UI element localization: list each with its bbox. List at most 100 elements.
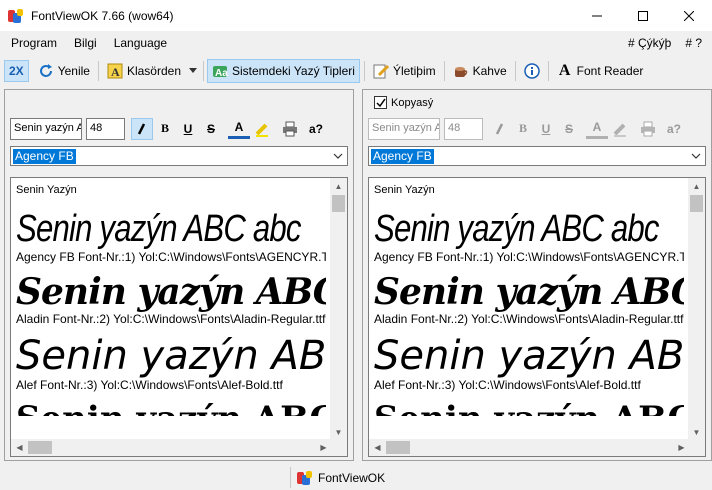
system-fonts-button[interactable]: Aa Sistemdeki Yazý Tipleri [207,59,360,83]
menu-exit[interactable]: # Çýkýþ [628,36,671,50]
strikethrough-button[interactable]: S [558,118,580,140]
menu-bar: Program Bilgi Language # Çýkýþ # ? [0,31,712,55]
font-select-value: Agency FB [371,148,434,164]
pencil-icon [373,63,389,79]
toolbar-separator [363,61,365,81]
bold-button[interactable]: B [154,118,176,140]
font-sample: Senin yazýn ABC abc [16,271,326,313]
close-icon [684,10,694,21]
vertical-scrollbar[interactable]: ▲ ▼ [330,178,347,441]
scroll-corner [330,439,347,456]
refresh-icon [38,63,54,79]
close-button[interactable] [666,0,712,31]
toolbar-separator [443,61,445,81]
strikethrough-button[interactable]: S [200,118,222,140]
font-sample: Senin yazýn ABC abc [16,208,301,250]
font-size-input[interactable]: 48 [86,117,125,140]
font-sample: Senin yazýn ABC [16,333,326,379]
font-select[interactable]: Agency FB [368,146,706,166]
info-button[interactable] [519,59,545,83]
contact-button[interactable]: Ýletiþim [368,59,441,83]
from-folder-button[interactable]: A Klasörden [102,59,186,83]
bold-button[interactable]: B [512,118,534,140]
from-folder-label: Klasörden [126,64,181,78]
toolbar: 2X Yenile A Klasörden Aa Sistemdeki Yazý… [0,57,712,85]
vertical-scrollbar[interactable]: ▲ ▼ [688,178,705,441]
from-folder-dropdown[interactable] [186,59,200,83]
italic-button[interactable] [131,117,153,140]
font-select[interactable]: Agency FB [10,146,348,166]
contact-label: Ýletiþim [392,64,436,78]
format-toolbar: Senin yazýn A 48 B U S A a? [368,117,685,140]
font-sample: Senin yazýn ABC abc [374,271,684,313]
underline-button[interactable]: U [177,118,199,140]
font-select-value: Agency FB [13,148,76,164]
horizontal-scrollbar[interactable]: ◀ ▶ [369,439,690,456]
minimize-icon [592,15,602,16]
font-caption: Alef Font-Nr.:3) Yol:C:\Windows\Fonts\Al… [374,378,641,392]
highlight-button[interactable] [609,118,631,140]
app-icon [297,470,313,486]
status-bar: FontViewOK [0,465,712,490]
printer-icon [641,121,655,136]
scroll-up-icon[interactable]: ▲ [688,178,705,195]
zoom-2x-button[interactable]: 2X [4,60,29,82]
chevron-down-icon [189,68,197,73]
print-button[interactable] [279,118,301,140]
font-preview[interactable]: Senin Yazýn Senin yazýn ABC abc Agency F… [10,177,348,457]
copy-label: Kopyasý [391,96,434,109]
text-color-button[interactable]: A [586,119,608,139]
font-caption: Agency FB Font-Nr.:1) Yol:C:\Windows\Fon… [16,250,326,264]
menu-bilgi[interactable]: Bilgi [68,36,103,50]
scroll-left-icon[interactable]: ◀ [11,439,28,456]
highlight-button[interactable] [251,118,273,140]
scroll-thumb[interactable] [690,195,703,212]
scroll-thumb[interactable] [332,195,345,212]
copy-toggle[interactable]: Kopyasý [374,96,433,109]
font-caption: Aladin Font-Nr.:2) Yol:C:\Windows\Fonts\… [374,312,684,326]
coffee-button[interactable]: Kahve [448,59,512,83]
toolbar-separator [514,61,516,81]
font-size-input[interactable]: 48 [444,117,483,140]
font-caption: Agency FB Font-Nr.:1) Yol:C:\Windows\Fon… [374,250,684,264]
toolbar-separator [203,61,204,81]
sample-text-input[interactable]: Senin yazýn A [368,117,440,140]
scroll-thumb[interactable] [28,441,52,454]
font-reader-label: Font Reader [576,64,644,78]
font-info-button[interactable]: a? [663,118,685,140]
text-color-button[interactable]: A [228,119,250,139]
font-sample: Senin yazýn ABC [16,402,326,416]
copy-checkbox[interactable] [374,96,387,109]
menu-program[interactable]: Program [5,36,63,50]
menu-language[interactable]: Language [108,36,173,50]
font-caption: Aladin Font-Nr.:2) Yol:C:\Windows\Fonts\… [16,312,326,326]
system-fonts-icon: Aa [212,63,228,79]
format-toolbar: Senin yazýn A 48 B U S A a? [10,117,327,140]
minimize-button[interactable] [574,0,620,31]
scroll-left-icon[interactable]: ◀ [369,439,386,456]
toolbar-separator [97,61,99,81]
maximize-button[interactable] [620,0,666,31]
horizontal-scrollbar[interactable]: ◀ ▶ [11,439,332,456]
highlighter-icon [613,123,626,137]
italic-button[interactable] [489,118,511,140]
preview-header: Senin Yazýn [374,184,435,196]
underline-button[interactable]: U [535,118,557,140]
svg-text:A: A [111,65,120,79]
menu-help[interactable]: # ? [685,36,702,50]
sample-text-input[interactable]: Senin yazýn A [10,117,82,140]
scroll-thumb[interactable] [386,441,410,454]
left-panel: Senin yazýn A 48 B U S A a? Agency FB Se… [4,89,354,461]
info-icon [523,63,540,79]
right-panel: Kopyasý Senin yazýn A 48 B U S A a? Agen… [362,89,712,461]
svg-text:Aa: Aa [215,68,228,79]
font-reader-button[interactable]: A Font Reader [552,59,649,83]
refresh-button[interactable]: Yenile [33,59,95,83]
scroll-up-icon[interactable]: ▲ [330,178,347,195]
print-button[interactable] [637,118,659,140]
panel-splitter[interactable] [354,89,362,461]
preview-header: Senin Yazýn [16,184,77,196]
font-preview[interactable]: Senin Yazýn Senin yazýn ABC abc Agency F… [368,177,706,457]
font-info-button[interactable]: a? [305,118,327,140]
status-segment: FontViewOK [290,467,385,488]
